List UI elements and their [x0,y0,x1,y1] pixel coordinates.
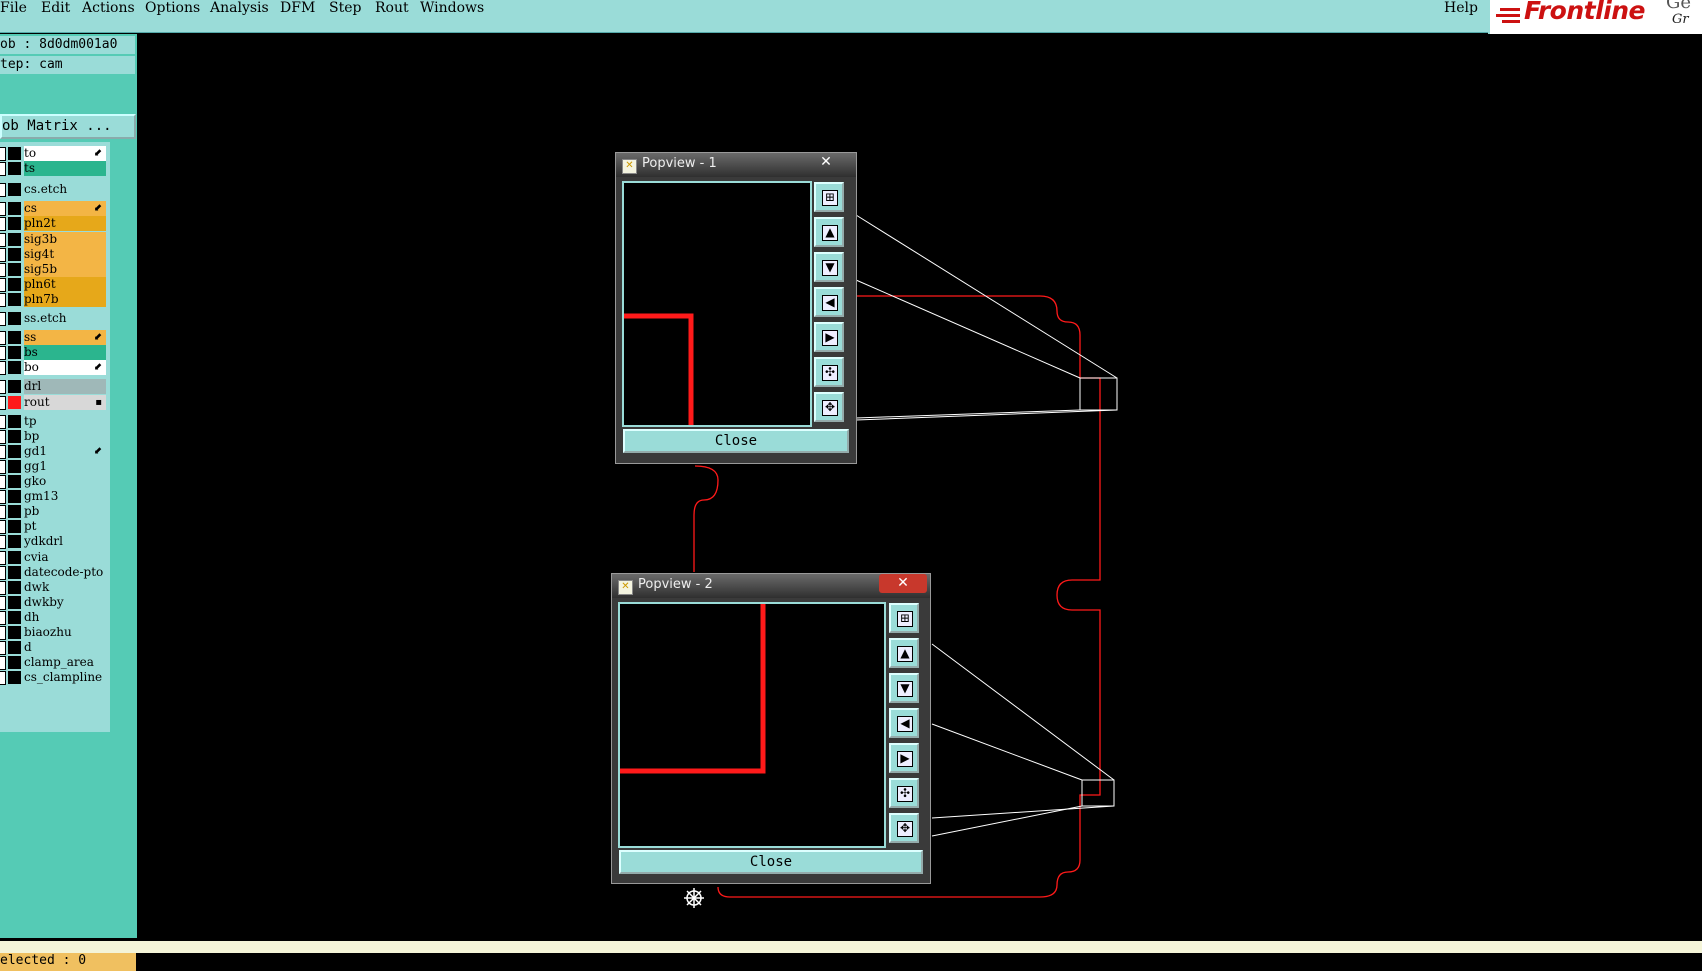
pan-up-icon: ▲ [897,646,913,662]
pan-right-button[interactable]: ▶ [814,322,844,352]
popview-1-close-button[interactable]: Close [623,429,849,453]
popview-2-canvas[interactable] [618,602,886,848]
popview-1-rout-trace [624,313,694,425]
rout-outline-left [693,465,719,572]
popview-2-rout-trace [620,604,766,774]
pan-left-icon: ◀ [822,295,838,311]
pan-left-icon: ◀ [897,716,913,732]
pan-up-button[interactable]: ▲ [814,217,844,247]
pan-right-icon: ▶ [822,330,838,346]
pan-left-button[interactable]: ◀ [889,708,919,738]
zoom-window-button[interactable]: ⊞ [814,182,844,212]
popview-1-canvas[interactable] [622,181,812,427]
pan-up-icon: ▲ [822,225,838,241]
pan-down-button[interactable]: ▼ [889,673,919,703]
zoom-window-button[interactable]: ⊞ [889,603,919,633]
popview-icon: ✕ [622,159,637,174]
zoom-out-button[interactable]: ✥ [889,813,919,843]
popview-icon: ✕ [618,580,633,595]
zoom-window-icon: ⊞ [822,190,838,206]
popview-2-titlebar[interactable]: ✕ Popview - 2 ✕ [612,574,930,598]
zoom-in-icon: ✣ [822,365,838,381]
zoom-box-2 [1081,779,1115,807]
pan-left-button[interactable]: ◀ [814,287,844,317]
zoom-in-icon: ✣ [897,786,913,802]
zoom-out-icon: ✥ [822,400,838,416]
pan-down-button[interactable]: ▼ [814,252,844,282]
popview-2-close-button[interactable]: Close [619,850,923,874]
popview-2-window: ✕ Popview - 2 ✕ ⊞ ▲ ▼ ◀ ▶ ✣ ✥ Close [611,573,931,884]
pan-down-icon: ▼ [822,260,838,276]
zoom-in-button[interactable]: ✣ [889,778,919,808]
close-icon[interactable]: ✕ [879,574,927,593]
zoom-in-button[interactable]: ✣ [814,357,844,387]
zoom-out-button[interactable]: ✥ [814,392,844,422]
popview-2-title: Popview - 2 [638,577,713,592]
zoom-window-icon: ⊞ [897,611,913,627]
zoom-out-icon: ✥ [897,821,913,837]
popview-1-window: ✕ Popview - 1 ✕ ⊞ ▲ ▼ ◀ ▶ ✣ ✥ Close [615,152,857,464]
selected-count: elected : 0 [0,951,136,971]
cursor-crosshair-icon [684,888,704,908]
close-icon[interactable]: ✕ [802,153,850,172]
popview-1-title: Popview - 1 [642,156,717,171]
zoom-box-1 [1079,377,1118,411]
pan-right-icon: ▶ [897,751,913,767]
pan-up-button[interactable]: ▲ [889,638,919,668]
pan-down-icon: ▼ [897,681,913,697]
pan-right-button[interactable]: ▶ [889,743,919,773]
popview-1-titlebar[interactable]: ✕ Popview - 1 ✕ [616,153,856,177]
